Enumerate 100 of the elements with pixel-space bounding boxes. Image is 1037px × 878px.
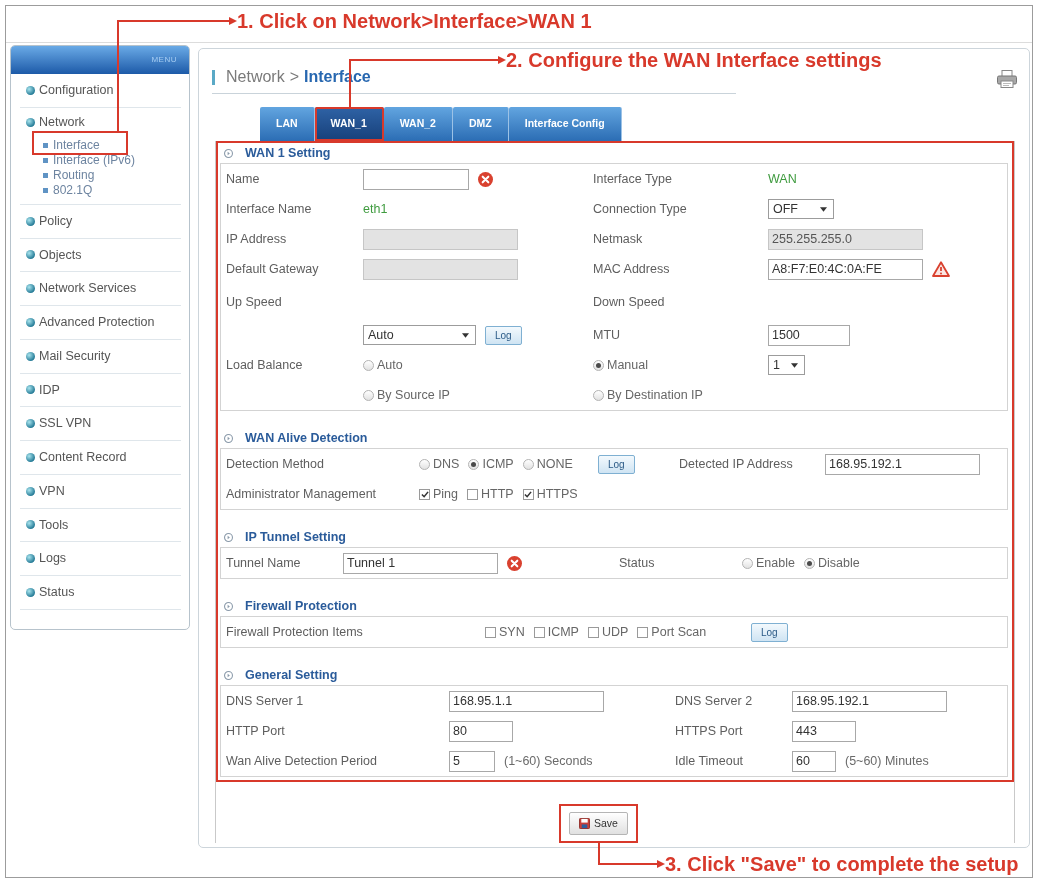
- circle-arrow-icon: [224, 532, 233, 542]
- sidebar-item[interactable]: Tools: [20, 508, 181, 542]
- sidebar-item[interactable]: Configuration: [20, 74, 181, 107]
- sidebar-item[interactable]: VPN: [20, 474, 181, 508]
- bullet-icon: [26, 118, 35, 128]
- checkbox[interactable]: [467, 489, 479, 500]
- sidebar-item[interactable]: Advanced Protection: [20, 306, 181, 339]
- dropdown[interactable]: OFF: [768, 199, 834, 219]
- sidebar-item[interactable]: SSL VPN: [20, 407, 181, 440]
- sidebar-subitem[interactable]: 802.1Q: [20, 182, 181, 198]
- sidebar-subitem[interactable]: Interface: [20, 137, 181, 153]
- text-field[interactable]: 168.95.1.1: [449, 690, 604, 712]
- text-field[interactable]: A8:F7:E0:4C:0A:FE: [768, 258, 923, 280]
- bullet-icon: [26, 486, 35, 496]
- radio-button[interactable]: [363, 389, 374, 401]
- radio-button[interactable]: [593, 389, 604, 401]
- radio-button[interactable]: [468, 459, 480, 470]
- sidebar-item[interactable]: IDP: [20, 373, 181, 407]
- square-bullet-icon: [43, 172, 48, 178]
- option-label: UDP: [601, 623, 629, 641]
- sidebar-item[interactable]: Policy: [20, 204, 181, 238]
- field-value: eth1: [363, 200, 388, 218]
- text-field[interactable]: 168.95.192.1: [792, 690, 947, 712]
- radio-button[interactable]: [803, 557, 815, 569]
- breadcrumb-link[interactable]: Network: [226, 69, 285, 85]
- save-button[interactable]: Save: [569, 812, 628, 835]
- section-title: General Setting: [245, 666, 338, 684]
- field-label: IP Address: [226, 230, 287, 248]
- tab[interactable]: WAN_2: [383, 107, 453, 141]
- checkbox[interactable]: [533, 626, 545, 638]
- text-field[interactable]: 60: [792, 750, 836, 772]
- sidebar-item[interactable]: Network: [20, 107, 181, 138]
- tab[interactable]: Interface Config: [508, 107, 622, 141]
- checkbox[interactable]: [587, 626, 599, 638]
- field-label: MTU: [593, 326, 621, 344]
- checkmark-icon: [420, 491, 429, 498]
- field-label: Status: [619, 554, 655, 572]
- circle-arrow-icon: [224, 601, 233, 611]
- log-button[interactable]: Log: [598, 455, 635, 474]
- radio-button[interactable]: [419, 459, 430, 470]
- radio-button[interactable]: [363, 359, 374, 371]
- field-label: Interface Name: [226, 200, 312, 218]
- option-label: DNS: [433, 456, 460, 474]
- bullet-icon: [26, 385, 35, 395]
- sidebar-item[interactable]: Mail Security: [20, 339, 181, 373]
- tab[interactable]: DMZ: [452, 107, 509, 141]
- sidebar-subitem[interactable]: Interface (IPv6): [20, 152, 181, 168]
- option-label: Disable: [817, 554, 860, 572]
- section-title: WAN Alive Detection: [245, 429, 368, 447]
- sidebar-subitem[interactable]: Routing: [20, 167, 181, 183]
- checkbox[interactable]: [485, 626, 496, 638]
- sidebar-item[interactable]: Objects: [20, 238, 181, 272]
- checkbox[interactable]: [522, 489, 534, 500]
- dropdown[interactable]: Auto: [363, 325, 476, 345]
- field-label: Idle Timeout: [675, 752, 744, 770]
- caret-icon: [462, 332, 469, 338]
- text-field[interactable]: 5: [449, 750, 495, 772]
- annotation-text: 2. Configure the WAN Interface settings: [506, 49, 882, 71]
- field-label: HTTPS Port: [675, 722, 743, 740]
- annotation-text: 1. Click on Network>Interface>WAN 1: [237, 10, 592, 32]
- radio-button[interactable]: [593, 359, 604, 371]
- field-label: Netmask: [593, 230, 643, 248]
- text-field[interactable]: Tunnel 1: [343, 552, 498, 574]
- field-label: Administrator Management: [226, 486, 377, 504]
- option-label: By Source IP: [377, 386, 450, 404]
- circle-arrow-icon: [224, 148, 233, 158]
- bullet-icon: [26, 351, 35, 361]
- field-label: Default Gateway: [226, 260, 319, 278]
- text-field[interactable]: 1500: [768, 324, 850, 346]
- log-button[interactable]: Log: [485, 325, 522, 345]
- square-bullet-icon: [43, 157, 48, 163]
- sidebar-item[interactable]: Logs: [20, 542, 181, 575]
- bullet-icon: [26, 85, 35, 95]
- printer-icon[interactable]: [997, 70, 1017, 88]
- sidebar-item[interactable]: Content Record: [20, 441, 181, 474]
- radio-button[interactable]: [522, 459, 534, 470]
- option-label: SYN: [499, 623, 525, 641]
- text-field[interactable]: 168.95.192.1: [825, 454, 980, 475]
- circle-arrow-icon: [224, 433, 233, 443]
- text-field[interactable]: 443: [792, 720, 856, 742]
- bullet-icon: [26, 554, 35, 564]
- tab[interactable]: LAN: [260, 107, 315, 141]
- option-label: Manual: [607, 356, 648, 374]
- bullet-icon: [26, 452, 35, 462]
- bar-marker-icon: [212, 69, 215, 85]
- field-label: Connection Type: [593, 200, 687, 218]
- checkbox[interactable]: [419, 489, 430, 500]
- log-button[interactable]: Log: [751, 622, 788, 642]
- radio-button[interactable]: [742, 557, 753, 569]
- sidebar-item[interactable]: Status: [20, 576, 181, 609]
- dropdown[interactable]: 1: [768, 355, 805, 375]
- text-field[interactable]: [363, 168, 469, 190]
- caret-icon: [791, 362, 798, 368]
- tab[interactable]: WAN_1: [314, 107, 384, 141]
- field-label: Down Speed: [593, 293, 665, 311]
- checkbox[interactable]: [637, 626, 649, 638]
- sidebar-item[interactable]: Network Services: [20, 272, 181, 305]
- caret-icon: [820, 206, 827, 212]
- option-label: HTTPS: [536, 486, 578, 504]
- text-field[interactable]: 80: [449, 720, 513, 742]
